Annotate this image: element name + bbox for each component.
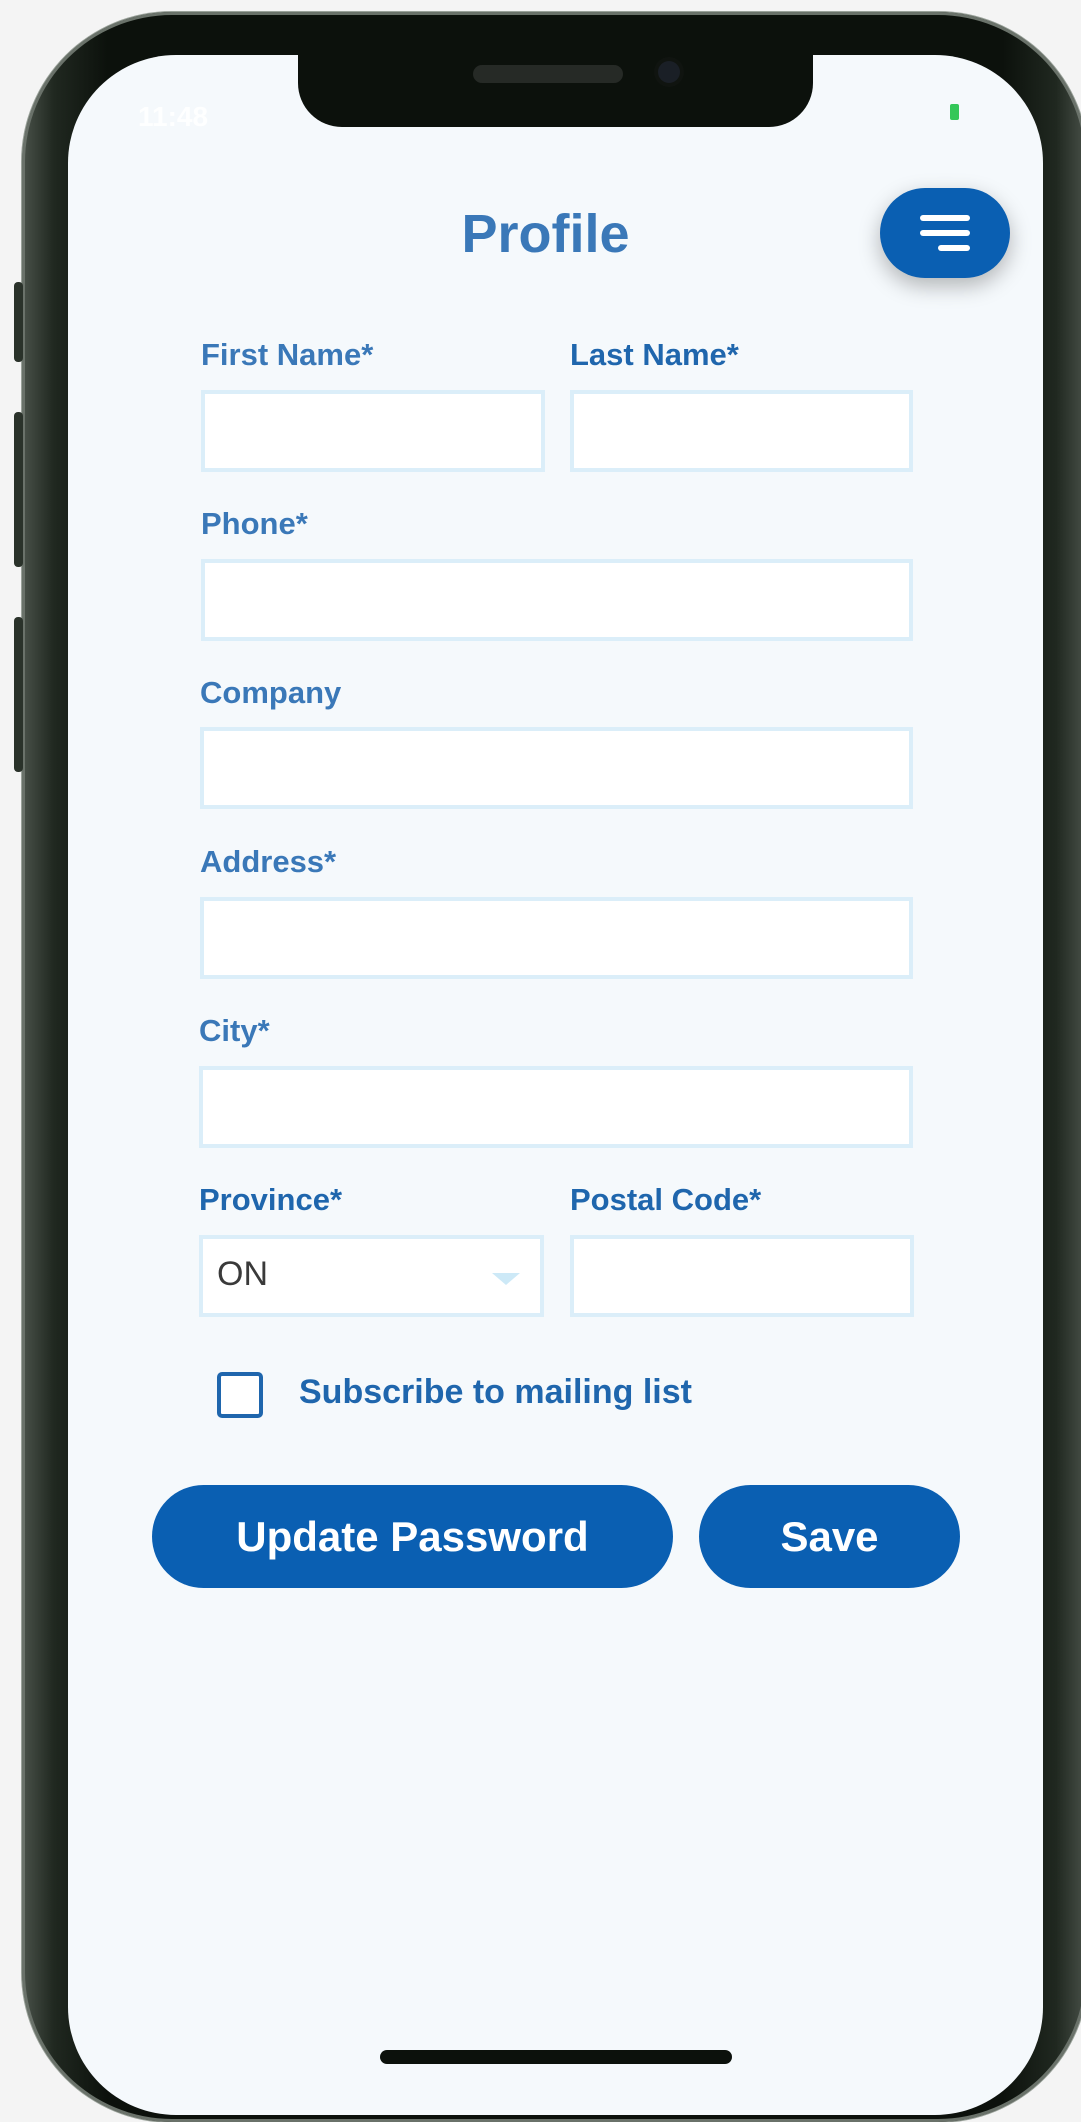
- address-label: Address*: [200, 844, 337, 879]
- earpiece-speaker: [473, 65, 623, 83]
- status-time: 11:48: [138, 101, 209, 132]
- home-indicator: [380, 2050, 732, 2064]
- menu-button[interactable]: [880, 188, 1010, 278]
- first-name-input[interactable]: [201, 390, 545, 472]
- province-select[interactable]: ON: [199, 1235, 544, 1317]
- postal-code-label: Postal Code*: [570, 1182, 762, 1217]
- postal-code-input[interactable]: [570, 1235, 914, 1317]
- address-input[interactable]: [200, 897, 913, 979]
- company-label: Company: [200, 675, 342, 710]
- province-selected-value: ON: [217, 1255, 268, 1293]
- signal-icon: [876, 103, 936, 121]
- city-input[interactable]: [199, 1066, 913, 1148]
- company-input[interactable]: [200, 727, 913, 809]
- hamburger-menu-icon-line: [920, 230, 970, 236]
- mute-switch: [14, 282, 23, 362]
- first-name-label: First Name*: [201, 337, 374, 372]
- update-password-button[interactable]: Update Password: [152, 1485, 673, 1588]
- city-label: City*: [199, 1013, 270, 1048]
- hamburger-menu-icon-line: [938, 245, 970, 251]
- phone-label: Phone*: [201, 506, 308, 541]
- hamburger-menu-icon: [920, 215, 970, 221]
- battery-icon: [950, 104, 959, 120]
- last-name-label: Last Name*: [570, 337, 739, 372]
- volume-down-button: [14, 617, 23, 772]
- phone-input[interactable]: [201, 559, 913, 641]
- volume-up-button: [14, 412, 23, 567]
- notch: [298, 55, 813, 127]
- front-camera: [658, 61, 680, 83]
- last-name-input[interactable]: [570, 390, 913, 472]
- save-button[interactable]: Save: [699, 1485, 960, 1588]
- subscribe-label[interactable]: Subscribe to mailing list: [299, 1373, 692, 1412]
- province-label: Province*: [199, 1182, 343, 1217]
- screen: 11:48 Profile First Name* Last Name* Pho…: [68, 55, 1043, 2115]
- chevron-down-icon: [492, 1273, 520, 1285]
- subscribe-checkbox[interactable]: [217, 1372, 263, 1418]
- status-icons: [876, 103, 959, 121]
